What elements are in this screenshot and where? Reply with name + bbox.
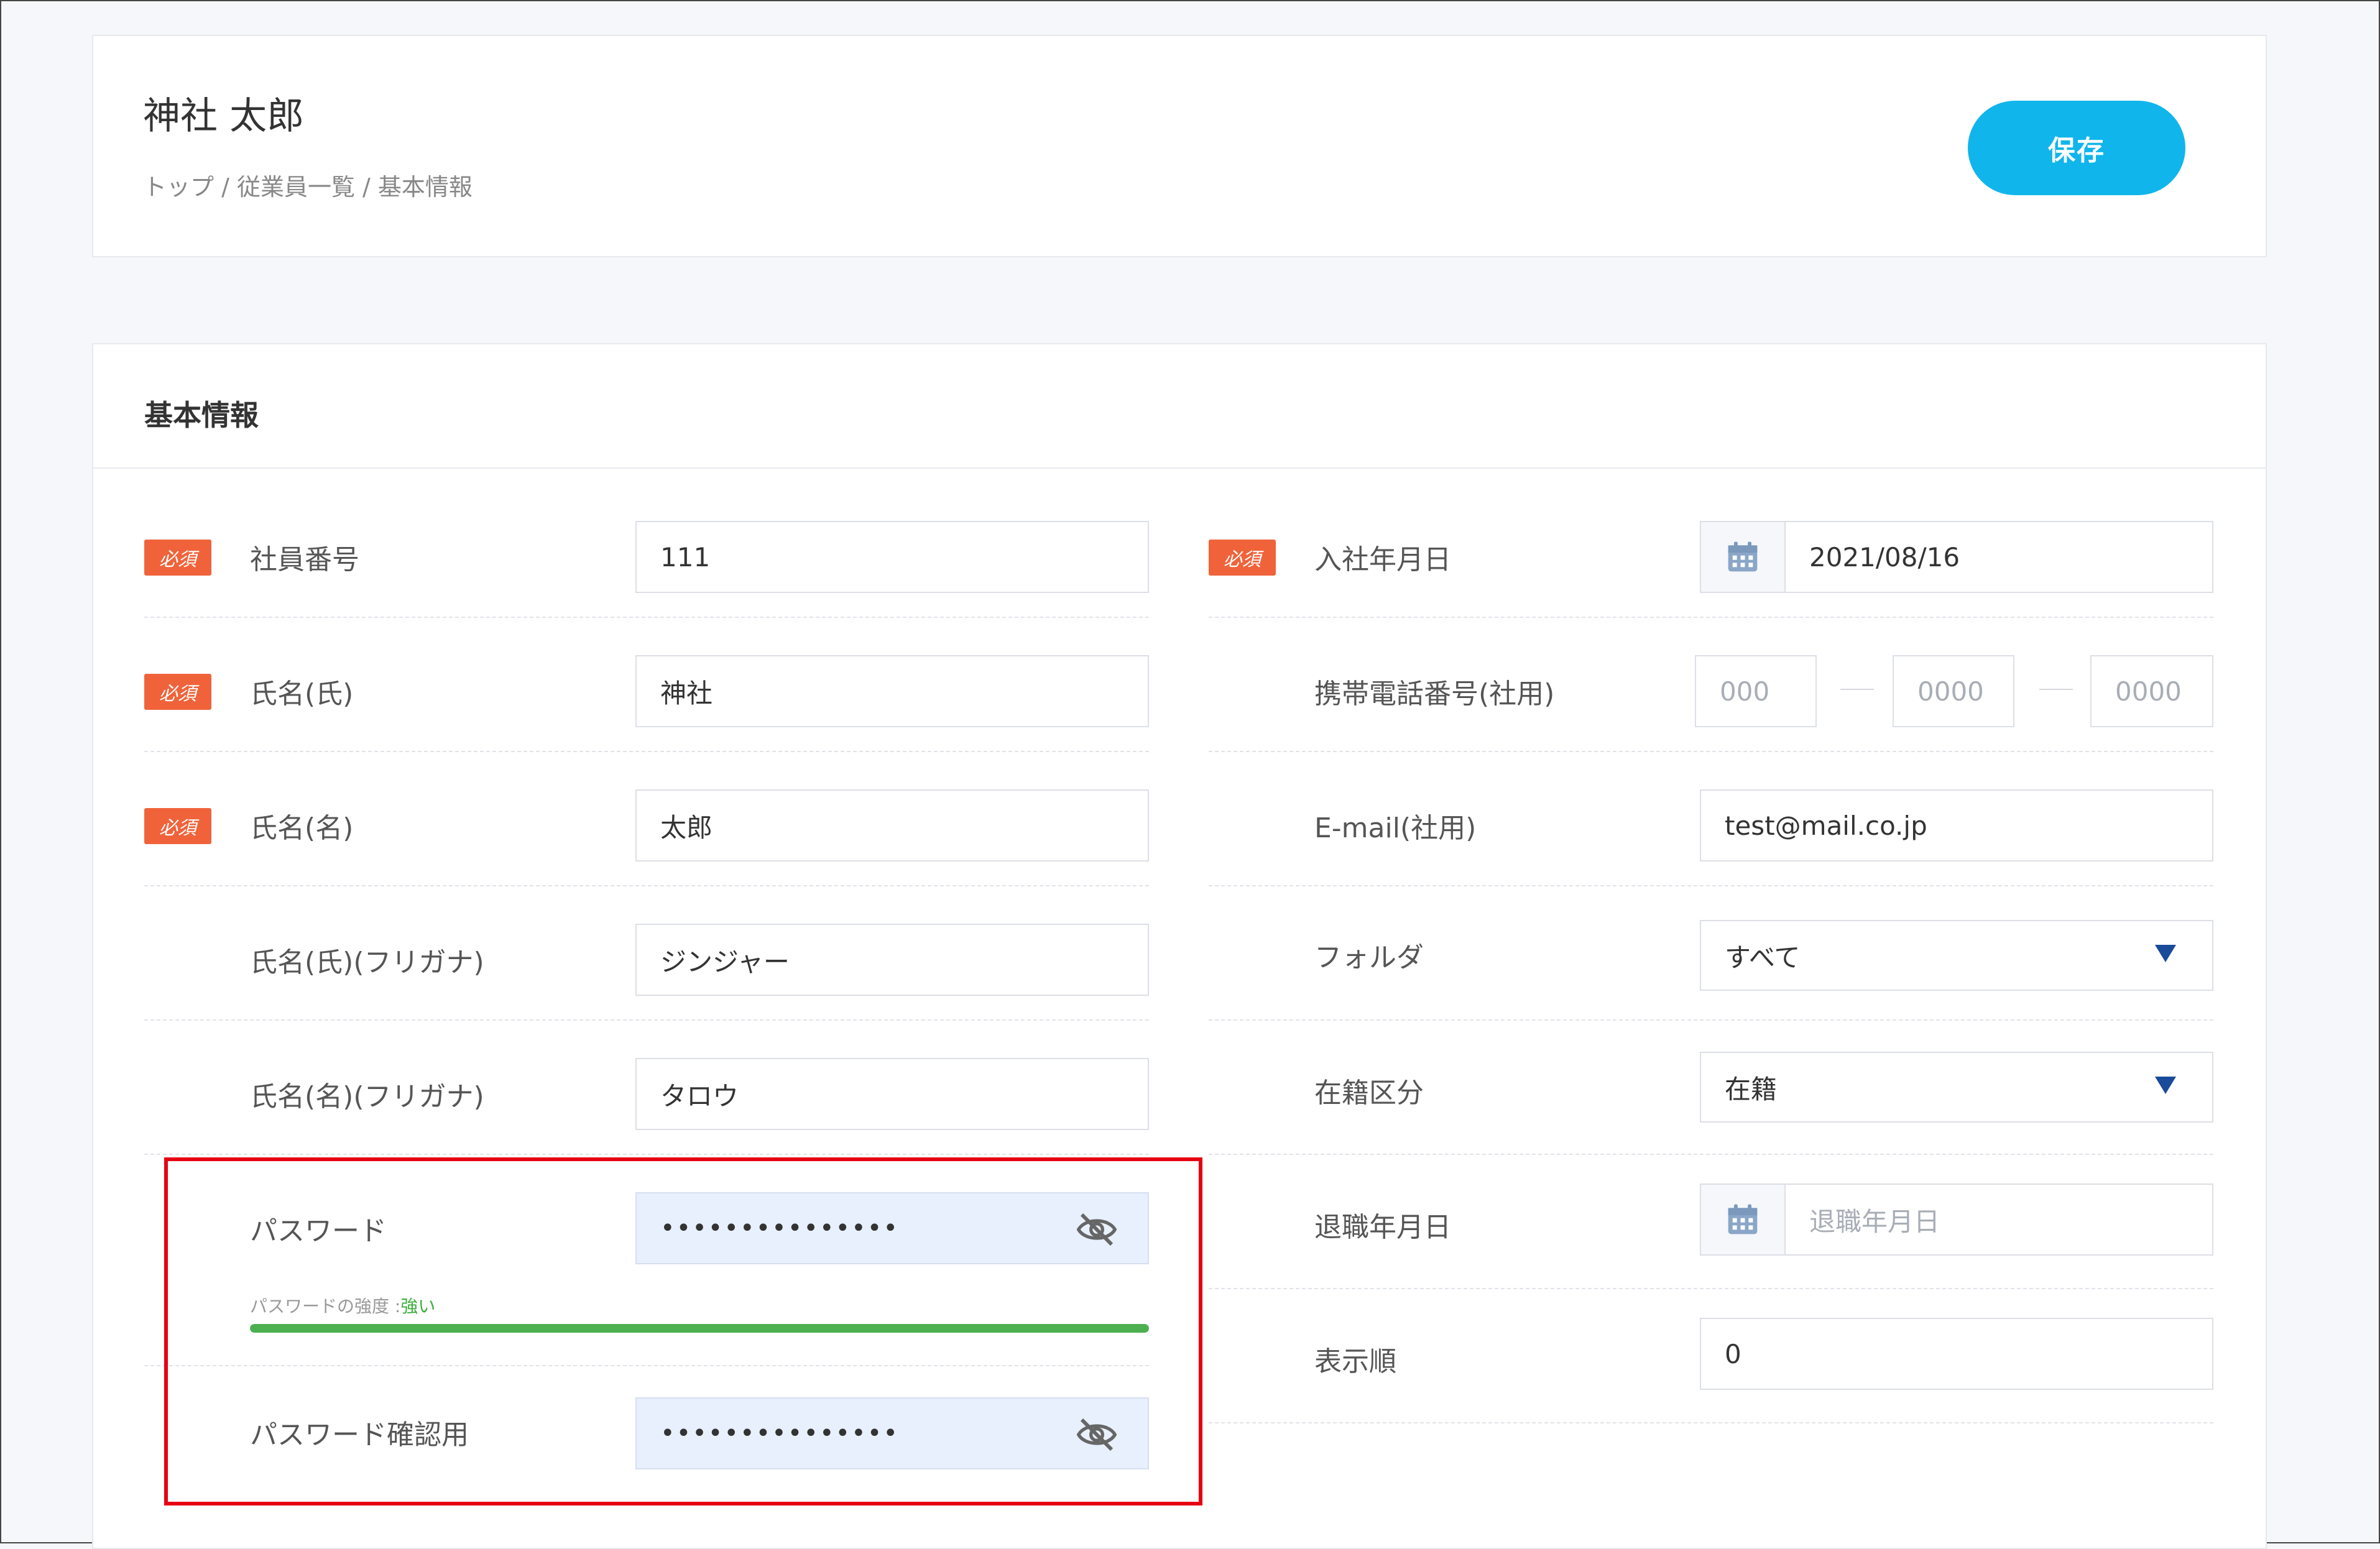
row-last-name-kana: 氏名(氏)(フリガナ) ジンジャー [144,886,1149,1021]
chevron-down-icon [2155,1077,2176,1094]
breadcrumb[interactable]: トップ / 従業員一覧 / 基本情報 [143,168,473,202]
folder-select[interactable]: すべて [1700,920,2213,991]
save-button[interactable]: 保存 [1968,101,2185,195]
mobile-separator [2039,689,2073,690]
row-mobile: 携帯電話番号(社用) 000 0000 0000 [1209,618,2213,752]
row-retire-date: 退職年月日 退職年月日 [1209,1155,2213,1289]
row-divider [1209,1422,2213,1423]
page-title: 神社 太郎 [143,94,305,138]
last-name-kana-input[interactable]: ジンジャー [635,924,1149,996]
folder-label: フォルダ [1314,942,1424,973]
first-name-kana-input[interactable]: タロウ [635,1058,1149,1130]
last-name-label: 氏名(氏) [250,678,354,710]
row-email: E-mail(社用) test@mail.co.jp [1209,752,2213,886]
last-name-input[interactable]: 神社 [635,655,1149,727]
row-employee-number: 必須 社員番号 111 [144,484,1149,618]
mobile-part3-input[interactable]: 0000 [2090,655,2213,727]
display-order-label: 表示順 [1314,1346,1396,1377]
row-folder: フォルダ すべて [1209,886,2213,1021]
row-display-order: 表示順 0 [1209,1289,2213,1423]
hire-date-label: 入社年月日 [1314,544,1451,576]
row-first-name-kana: 氏名(名)(フリガナ) タロウ [144,1021,1149,1155]
required-badge: 必須 [144,540,211,576]
employee-number-input[interactable]: 111 [635,521,1149,593]
row-status: 在籍区分 在籍 [1209,1021,2213,1155]
required-badge: 必須 [144,674,211,710]
mobile-part2-input[interactable]: 0000 [1893,655,2014,727]
first-name-input[interactable]: 太郎 [635,789,1149,862]
calendar-icon[interactable] [1700,1184,1784,1256]
section-divider [93,467,2266,469]
first-name-kana-label: 氏名(名)(フリガナ) [250,1081,484,1113]
email-label: E-mail(社用) [1314,812,1477,844]
retire-date-label: 退職年月日 [1314,1211,1451,1243]
section-title: 基本情報 [144,398,259,432]
status-selected-value: 在籍 [1725,1073,1778,1105]
row-last-name: 必須 氏名(氏) 神社 [144,618,1149,752]
folder-selected-value: すべて [1725,942,1801,973]
email-input[interactable]: test@mail.co.jp [1700,789,2213,862]
row-hire-date: 必須 入社年月日 2021/08/16 [1209,484,2213,618]
display-order-input[interactable]: 0 [1700,1318,2213,1390]
mobile-separator [1840,689,1874,690]
status-select[interactable]: 在籍 [1700,1052,2213,1123]
first-name-label: 氏名(名) [250,812,354,844]
password-highlight-box [164,1157,1202,1505]
row-first-name: 必須 氏名(名) 太郎 [144,752,1149,886]
employee-number-label: 社員番号 [250,544,359,576]
header-card: 神社 太郎 トップ / 従業員一覧 / 基本情報 保存 [92,35,2267,257]
required-badge: 必須 [1209,540,1276,576]
chevron-down-icon [2155,945,2176,962]
required-badge: 必須 [144,808,211,844]
calendar-icon[interactable] [1700,521,1784,593]
mobile-label: 携帯電話番号(社用) [1314,678,1555,710]
status-label: 在籍区分 [1314,1077,1424,1109]
hire-date-input[interactable]: 2021/08/16 [1784,521,2213,593]
last-name-kana-label: 氏名(氏)(フリガナ) [250,947,484,978]
mobile-part1-input[interactable]: 000 [1695,655,1817,727]
retire-date-input[interactable]: 退職年月日 [1784,1184,2213,1256]
